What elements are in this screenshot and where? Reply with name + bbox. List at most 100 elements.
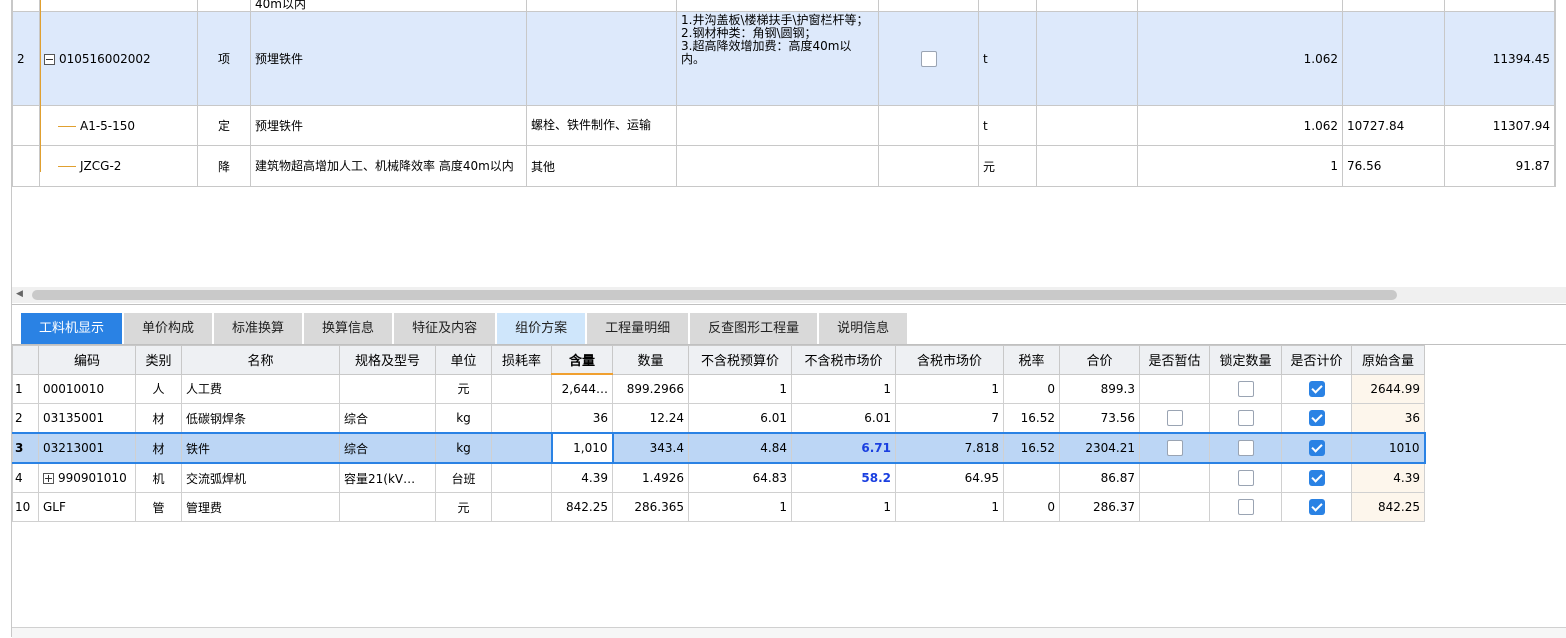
priced-checkbox[interactable] — [1281, 462, 1352, 493]
cell-spec[interactable] — [339, 492, 436, 522]
priced-checkbox[interactable] — [1281, 492, 1352, 522]
cell-code[interactable]: 03213001 — [38, 432, 136, 464]
col-header[interactable]: 类别 — [135, 345, 182, 375]
cell-name[interactable]: 管理费 — [181, 492, 340, 522]
cell-category[interactable]: 机 — [135, 462, 182, 493]
cell-market-tax[interactable]: 7 — [895, 403, 1004, 434]
cell-name[interactable]: 交流弧焊机 — [181, 462, 340, 493]
col-header[interactable]: 规格及型号 — [339, 345, 436, 375]
table-row[interactable]: 1 00010010 人 人工费 元 2,644… 899.2966 1 1 1… — [12, 373, 1425, 404]
priced-checkbox[interactable] — [1281, 403, 1352, 434]
lock-checkbox[interactable] — [1209, 403, 1282, 434]
cell-market[interactable]: 1 — [791, 492, 896, 522]
cell-name[interactable]: 低碳钢焊条 — [181, 403, 340, 434]
cell-unit[interactable]: kg — [435, 403, 492, 434]
cell-unit[interactable]: 元 — [435, 373, 492, 404]
cell-qty[interactable]: 12.24 — [612, 403, 689, 434]
cell-content-editing[interactable]: 1,010 — [550, 432, 614, 464]
cell-content[interactable]: 4.39 — [551, 462, 613, 493]
row-checkbox[interactable] — [878, 11, 979, 106]
col-header[interactable]: 不含税预算价 — [688, 345, 792, 375]
tab-conversion-info[interactable]: 换算信息 — [304, 313, 393, 344]
cell-unit[interactable]: kg — [435, 432, 492, 464]
scrollbar-thumb[interactable] — [32, 290, 1397, 300]
col-header[interactable]: 原始含量 — [1351, 345, 1425, 375]
col-header[interactable]: 名称 — [181, 345, 340, 375]
cell-category[interactable]: 材 — [135, 432, 182, 464]
cell-loss[interactable] — [491, 492, 552, 522]
cell-code[interactable]: GLF — [38, 492, 136, 522]
cell-market-tax[interactable]: 7.818 — [895, 432, 1004, 464]
cell-market-tax[interactable]: 64.95 — [895, 462, 1004, 493]
cell-unit[interactable]: 台班 — [435, 462, 492, 493]
col-header[interactable]: 损耗率 — [491, 345, 552, 375]
cell-name[interactable]: 铁件 — [181, 432, 340, 464]
lock-checkbox[interactable] — [1209, 492, 1282, 522]
tab-pricing-plan[interactable]: 组价方案 — [497, 313, 586, 344]
col-header[interactable]: 税率 — [1003, 345, 1060, 375]
cell-tax[interactable] — [1003, 462, 1060, 493]
lock-checkbox[interactable] — [1209, 462, 1282, 493]
cell-category[interactable]: 人 — [135, 373, 182, 404]
cell-spec[interactable]: 综合 — [339, 432, 436, 464]
lock-checkbox[interactable] — [1209, 373, 1282, 404]
scroll-left-icon[interactable]: ◀ — [16, 289, 23, 299]
cell-spec[interactable]: 容量21(kV… — [339, 462, 436, 493]
cell-qty[interactable]: 286.365 — [612, 492, 689, 522]
cell-loss[interactable] — [491, 373, 552, 404]
cell-tax[interactable]: 0 — [1003, 492, 1060, 522]
tab-quantity-detail[interactable]: 工程量明细 — [587, 313, 689, 344]
col-header[interactable]: 是否暂估 — [1139, 345, 1210, 375]
cell-loss[interactable] — [491, 462, 552, 493]
cell-market-tax[interactable]: 1 — [895, 492, 1004, 522]
cell-content[interactable]: 842.25 — [551, 492, 613, 522]
col-header[interactable]: 单位 — [435, 345, 492, 375]
cell-market-tax[interactable]: 1 — [895, 373, 1004, 404]
cell-market[interactable]: 6.71 — [791, 432, 896, 464]
col-header[interactable]: 编码 — [38, 345, 136, 375]
expand-icon[interactable] — [43, 473, 54, 484]
horizontal-scrollbar[interactable]: ◀ — [12, 287, 1566, 303]
col-header[interactable]: 合价 — [1059, 345, 1140, 375]
estimate-checkbox[interactable] — [1139, 403, 1210, 434]
col-header[interactable]: 数量 — [612, 345, 689, 375]
table-row[interactable]: JZCG-2 降 建筑物超高增加人工、机械降效率 高度40m以内 其他 元 1 … — [12, 145, 1556, 187]
cell-qty[interactable]: 343.4 — [612, 432, 689, 464]
cell-content[interactable]: 36 — [551, 403, 613, 434]
tab-features[interactable]: 特征及内容 — [394, 313, 496, 344]
cell-spec[interactable]: 综合 — [339, 403, 436, 434]
cell-code[interactable]: 990901010 — [38, 462, 136, 493]
priced-checkbox[interactable] — [1281, 373, 1352, 404]
cell-budget[interactable]: 64.83 — [688, 462, 792, 493]
table-row[interactable]: 10 GLF 管 管理费 元 842.25 286.365 1 1 1 0 28… — [12, 492, 1425, 522]
cell-spec[interactable] — [339, 373, 436, 404]
cell-content[interactable]: 2,644… — [551, 373, 613, 404]
tab-notes[interactable]: 说明信息 — [819, 313, 908, 344]
cell-loss[interactable] — [491, 403, 552, 434]
cell-budget[interactable]: 6.01 — [688, 403, 792, 434]
cell-budget[interactable]: 4.84 — [688, 432, 792, 464]
table-row[interactable]: A1-5-150 定 预埋铁件 螺栓、铁件制作、运输 t 1.062 10727… — [12, 105, 1556, 146]
cell-budget[interactable]: 1 — [688, 373, 792, 404]
cell-code[interactable]: 00010010 — [38, 373, 136, 404]
tab-reverse-lookup[interactable]: 反查图形工程量 — [690, 313, 818, 344]
cell-tax[interactable]: 16.52 — [1003, 432, 1060, 464]
cell-market[interactable]: 6.01 — [791, 403, 896, 434]
col-header[interactable]: 含税市场价 — [895, 345, 1004, 375]
cell-category[interactable]: 管 — [135, 492, 182, 522]
cell-tax[interactable]: 16.52 — [1003, 403, 1060, 434]
cell-loss[interactable] — [491, 432, 552, 464]
cell-budget[interactable]: 1 — [688, 492, 792, 522]
cell-market[interactable]: 1 — [791, 373, 896, 404]
col-header[interactable]: 含量 — [551, 345, 613, 375]
cell-qty[interactable]: 1.4926 — [612, 462, 689, 493]
col-header[interactable]: 不含税市场价 — [791, 345, 896, 375]
col-header[interactable]: 锁定数量 — [1209, 345, 1282, 375]
table-row[interactable]: 4 990901010 机 交流弧焊机 容量21(kV… 台班 4.39 1.4… — [12, 462, 1425, 493]
collapse-icon[interactable] — [44, 53, 55, 65]
table-row-selected[interactable]: 3 03213001 材 铁件 综合 kg 1,010 343.4 4.84 6… — [12, 432, 1426, 464]
row-code[interactable]: 010516002002 — [39, 11, 198, 106]
cell-tax[interactable]: 0 — [1003, 373, 1060, 404]
tab-labor-material[interactable]: 工料机显示 — [21, 313, 123, 344]
table-row[interactable]: 2 010516002002 项 预埋铁件 1.井沟盖板\楼梯扶手\护窗栏杆等；… — [12, 11, 1556, 106]
